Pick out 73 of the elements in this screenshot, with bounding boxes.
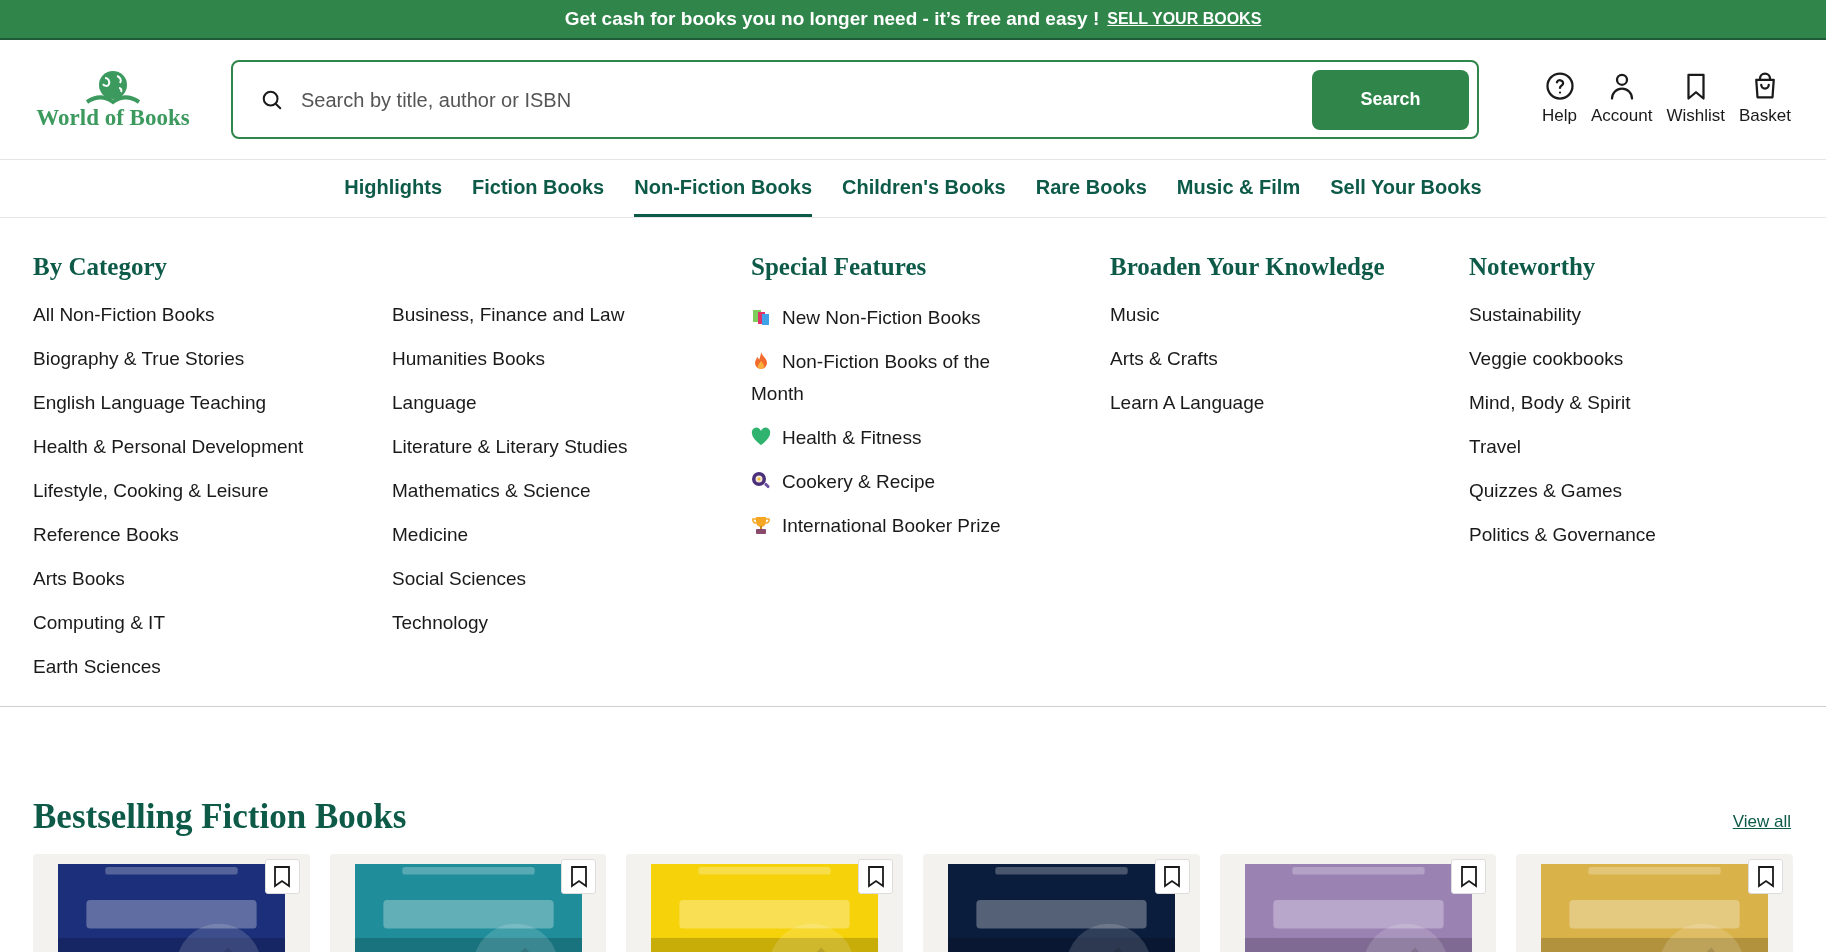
menu-link[interactable]: Music (1110, 301, 1469, 328)
globe-book-icon (83, 70, 143, 106)
help-icon (1544, 70, 1575, 101)
header-action-button[interactable]: Wishlist (1664, 70, 1727, 129)
frying-pan-icon (751, 470, 771, 491)
nav-tab[interactable]: Highlights (344, 160, 442, 217)
menu-link[interactable]: Learn A Language (1110, 389, 1469, 416)
menu-link[interactable]: Cookery & Recipe (751, 465, 1036, 498)
wishlist-button[interactable] (858, 859, 893, 894)
column-heading: By Category (33, 252, 168, 282)
view-all-link[interactable]: View all (1732, 808, 1791, 834)
bookmark-icon (273, 865, 292, 888)
menu-link[interactable]: Politics & Governance (1469, 521, 1793, 548)
wishlist-button[interactable] (1748, 859, 1784, 894)
nav-tab[interactable]: Non-Fiction Books (634, 160, 812, 217)
wishlist-button[interactable] (1451, 859, 1487, 894)
menu-link[interactable]: Lifestyle, Cooking & Leisure (33, 477, 392, 504)
menu-link[interactable]: Travel (1469, 433, 1793, 460)
menu-link[interactable]: Medicine (392, 521, 751, 548)
wishlist-button[interactable] (1154, 859, 1190, 894)
menu-link[interactable]: Technology (392, 609, 751, 636)
search-icon (261, 88, 283, 111)
nav-tab[interactable]: Sell Your Books (1330, 160, 1482, 217)
menu-link[interactable]: Veggie cookbooks (1469, 345, 1793, 372)
trophy-icon (751, 514, 771, 535)
menu-link[interactable]: Arts & Crafts (1110, 345, 1469, 372)
header-action-button[interactable]: Account (1589, 70, 1655, 129)
menu-link[interactable]: Quizzes & Games (1469, 477, 1793, 504)
menu-link[interactable]: Mind, Body & Spirit (1469, 389, 1793, 416)
nav-tab[interactable]: Music & Film (1176, 160, 1301, 217)
menu-link[interactable]: Health & Personal Development (33, 433, 392, 460)
nav-tab[interactable]: Rare Books (1035, 160, 1147, 217)
search-field[interactable]: Search by title, author or ISBN Search (231, 60, 1479, 139)
column-heading: Broaden Your Knowledge (1110, 252, 1386, 282)
nav-tab[interactable]: Children's Books (842, 160, 1006, 217)
menu-link[interactable]: Business, Finance and Law (392, 301, 751, 328)
logo[interactable]: World of Books (33, 70, 193, 129)
book-card[interactable] (923, 854, 1200, 952)
section-heading: Bestselling Fiction Books (33, 799, 407, 834)
menu-link[interactable]: Sustainability (1469, 301, 1793, 328)
book-card[interactable] (33, 854, 310, 952)
menu-link[interactable]: All Non-Fiction Books (33, 301, 392, 328)
promo-text: Get cash for books you no longer need - it’s free and easy ! (564, 6, 1100, 31)
menu-link[interactable]: Reference Books (33, 521, 392, 548)
menu-link[interactable]: Health & Fitness (751, 421, 1036, 454)
menu-link[interactable]: Biography & True Stories (33, 345, 392, 372)
menu-link[interactable]: Arts Books (33, 565, 392, 592)
column-heading: Noteworthy (1469, 252, 1597, 282)
menu-link[interactable]: Computing & IT (33, 609, 392, 636)
menu-link[interactable]: English Language Teaching (33, 389, 392, 416)
column-heading: Special Features (751, 252, 928, 282)
menu-link[interactable]: Non-Fiction Books of the Month (751, 345, 1036, 410)
header-action-button[interactable]: Help (1540, 70, 1579, 129)
bookmark-icon (1459, 865, 1478, 888)
wishlist-button[interactable] (561, 859, 597, 894)
wishlist-button[interactable] (264, 859, 300, 894)
search-button[interactable]: Search (1312, 69, 1469, 130)
menu-link[interactable]: Mathematics & Science (392, 477, 751, 504)
bookmark-icon (1756, 865, 1775, 888)
bookmark-icon (569, 865, 588, 888)
menu-link[interactable]: New Non-Fiction Books (751, 301, 1036, 334)
header-action-button[interactable]: Basket (1737, 70, 1793, 129)
nav-tab[interactable]: Fiction Books (472, 160, 605, 217)
menu-link[interactable]: Earth Sciences (33, 653, 392, 680)
menu-link[interactable]: Social Sciences (392, 565, 751, 592)
menu-link[interactable]: International Booker Prize (751, 509, 1036, 542)
menu-link[interactable]: Language (392, 389, 751, 416)
bookmark-icon (1163, 865, 1182, 888)
menu-link[interactable]: Literature & Literary Studies (392, 433, 751, 460)
heart-icon (751, 426, 771, 447)
menu-link[interactable]: Humanities Books (392, 345, 751, 372)
sell-books-link[interactable]: SELL YOUR BOOKS (1107, 7, 1262, 31)
bookmark-icon (866, 865, 885, 888)
